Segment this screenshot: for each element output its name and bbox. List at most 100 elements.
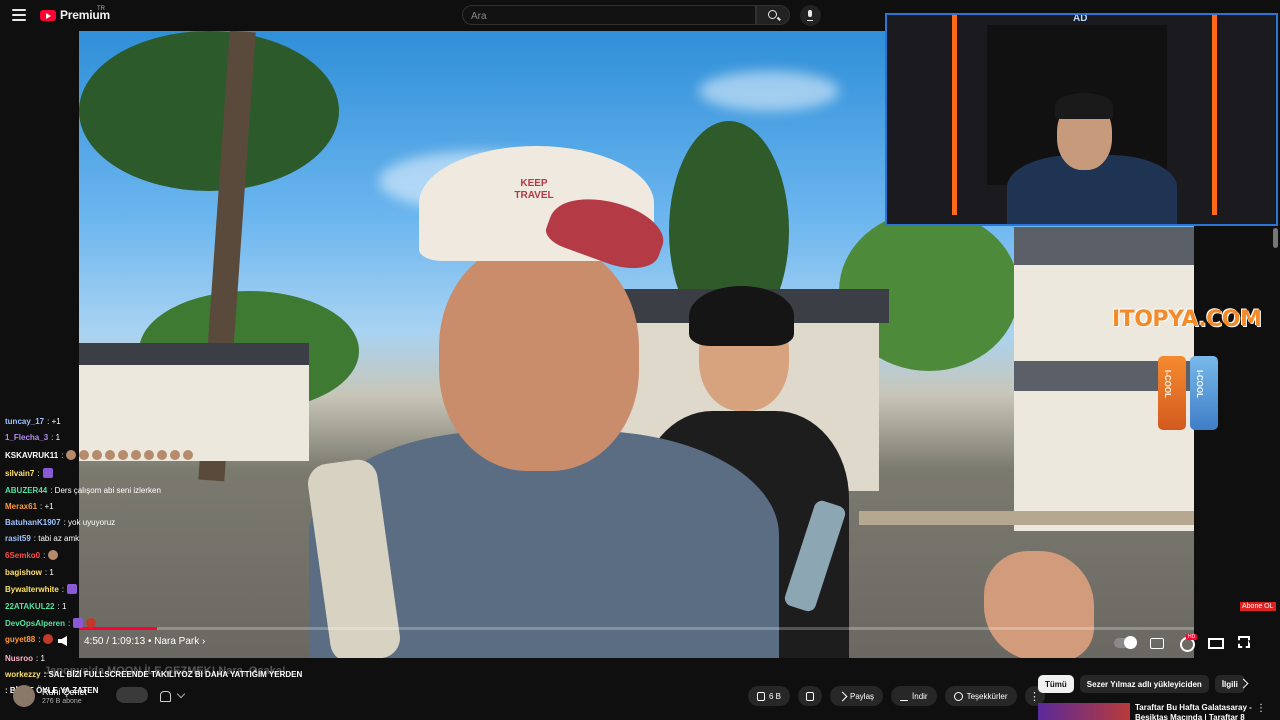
- chat-username[interactable]: silvain7: [5, 469, 34, 478]
- chat-username[interactable]: workezzy: [5, 670, 41, 679]
- chat-emote-icon: [66, 450, 77, 460]
- filter-chip[interactable]: Sezer Yılmaz adlı yükleyiciden: [1079, 675, 1209, 693]
- chat-username[interactable]: Nusroo: [5, 654, 33, 663]
- tree-canopy: [79, 31, 339, 191]
- hamburger-menu-icon[interactable]: [12, 9, 26, 21]
- filter-chip[interactable]: Tümü: [1038, 675, 1074, 693]
- chat-username[interactable]: 22ATAKUL22: [5, 602, 55, 611]
- neon-light: [952, 15, 957, 215]
- chat-username[interactable]: tuncay_17: [5, 417, 44, 426]
- share-button[interactable]: Paylaş: [830, 686, 884, 706]
- roof: [1014, 227, 1194, 265]
- sponsor-logo: ITOPYA.COM: [1112, 307, 1262, 332]
- chat-emote-icon: [86, 618, 97, 628]
- fullscreen-icon[interactable]: [1238, 636, 1250, 648]
- chat-text: :: [37, 468, 40, 478]
- chat-username[interactable]: BatuhanK1907: [5, 518, 61, 527]
- thanks-label: Teşekkürler: [966, 691, 1008, 701]
- filter-chips: Tümü Sezer Yılmaz adlı yükleyiciden İlgili: [1038, 675, 1245, 693]
- youtube-play-icon: [40, 9, 56, 21]
- chat-username[interactable]: guyet88: [5, 635, 35, 644]
- subscribe-badge: Abone OL: [1240, 602, 1276, 611]
- chat-emote-icon: [43, 634, 54, 644]
- action-bar: 6 B Paylaş İndir Teşekkürler ⋮: [748, 686, 1045, 706]
- fence: [859, 511, 1194, 525]
- chat-emote-icon: [79, 450, 90, 460]
- chat-username[interactable]: ABUZER44: [5, 486, 47, 495]
- share-label: Paylaş: [850, 691, 875, 701]
- time-text: 4:50 / 1:09:13: [84, 636, 146, 647]
- search-input[interactable]: [463, 7, 759, 26]
- chat-emote-icon: [157, 450, 168, 460]
- chat-username[interactable]: Merax61: [5, 502, 37, 511]
- drink-can: I-COOL: [1158, 356, 1186, 430]
- chat-message: silvain7:: [5, 468, 53, 478]
- roof: [79, 343, 309, 365]
- chat-message: KSKAVRUK11:: [5, 450, 194, 460]
- autoplay-toggle[interactable]: [1114, 636, 1137, 649]
- chat-message: 1_Flecha_3: 1: [5, 433, 60, 442]
- webcam-logo: AD: [1073, 13, 1088, 24]
- hd-badge: HD: [1186, 634, 1198, 640]
- recommended-thumbnail[interactable]: [1038, 703, 1130, 720]
- chevron-down-icon[interactable]: [176, 689, 186, 699]
- bell-icon[interactable]: [160, 691, 171, 702]
- download-icon: [900, 692, 909, 701]
- chat-username[interactable]: rasit59: [5, 534, 31, 543]
- chat-emote-icon: [42, 468, 53, 478]
- chat-username[interactable]: 1_Flecha_3: [5, 433, 48, 442]
- volume-icon[interactable]: [58, 636, 67, 646]
- more-icon[interactable]: ⋮: [1256, 703, 1266, 714]
- recommended-title[interactable]: Taraftar Bu Hafta Galatasaray - Beşiktaş…: [1135, 703, 1255, 720]
- channel-row: Ruhi Çenet 276 B abone: [0, 683, 740, 720]
- download-label: İndir: [912, 691, 928, 701]
- streamer-hair: [1055, 93, 1113, 119]
- cap-text: KEEP TRAVEL: [514, 178, 554, 201]
- chat-emote-icon: [73, 618, 84, 628]
- recommended-video[interactable]: Taraftar Bu Hafta Galatasaray - Beşiktaş…: [1038, 703, 1280, 720]
- subtitles-icon[interactable]: [1150, 638, 1164, 649]
- subscriber-count: 276 B abone: [42, 698, 82, 705]
- chat-text: :: [61, 450, 64, 460]
- chat-username[interactable]: DevOpsAlperen: [5, 619, 65, 628]
- progress-bar[interactable]: [79, 627, 1194, 630]
- scrollbar[interactable]: [1273, 228, 1278, 248]
- theater-mode-icon[interactable]: [1208, 638, 1224, 649]
- chat-text: :: [68, 618, 71, 628]
- chat-text: : 1: [51, 433, 61, 442]
- chat-username[interactable]: 6Semko0: [5, 551, 40, 560]
- download-button[interactable]: İndir: [891, 686, 937, 706]
- like-button[interactable]: 6 B: [748, 686, 791, 706]
- chat-text: : +1: [47, 417, 61, 426]
- neon-light: [1212, 15, 1217, 215]
- dislike-button[interactable]: [798, 686, 823, 706]
- chat-text: :: [61, 584, 65, 594]
- chat-emote-icon: [118, 450, 129, 460]
- chat-text: :: [38, 634, 41, 644]
- like-count: 6 B: [769, 691, 782, 701]
- chat-username[interactable]: Bywalterwhite: [5, 585, 59, 594]
- person-main-face: [439, 241, 639, 471]
- subscribed-button[interactable]: [116, 687, 148, 703]
- search-box[interactable]: [462, 5, 759, 26]
- chat-username[interactable]: bagishow: [5, 568, 42, 577]
- search-button[interactable]: [756, 5, 790, 25]
- chat-username[interactable]: KSKAVRUK11: [5, 451, 58, 460]
- thanks-icon: [953, 691, 963, 701]
- chat-message: tuncay_17: +1: [5, 417, 61, 426]
- can-label: I-COOL: [1195, 370, 1204, 398]
- thanks-button[interactable]: Teşekkürler: [944, 686, 1017, 706]
- channel-avatar[interactable]: [13, 685, 35, 707]
- voice-search-button[interactable]: [800, 5, 821, 26]
- chat-emote-icon: [144, 450, 155, 460]
- chat-text: : +1: [40, 502, 54, 511]
- share-icon: [837, 691, 848, 701]
- channel-name[interactable]: Ruhi Çenet: [42, 687, 87, 697]
- cloud: [699, 71, 839, 111]
- can-label: I-COOL: [1163, 370, 1172, 398]
- chat-emote-icon: [183, 450, 194, 460]
- chapter-text[interactable]: • Nara Park ›: [148, 636, 205, 647]
- time-display: 4:50 / 1:09:13 • Nara Park ›: [84, 636, 205, 650]
- chat-text: : 1: [36, 654, 45, 663]
- chat-message: rasit59: tabi az amk: [5, 534, 79, 543]
